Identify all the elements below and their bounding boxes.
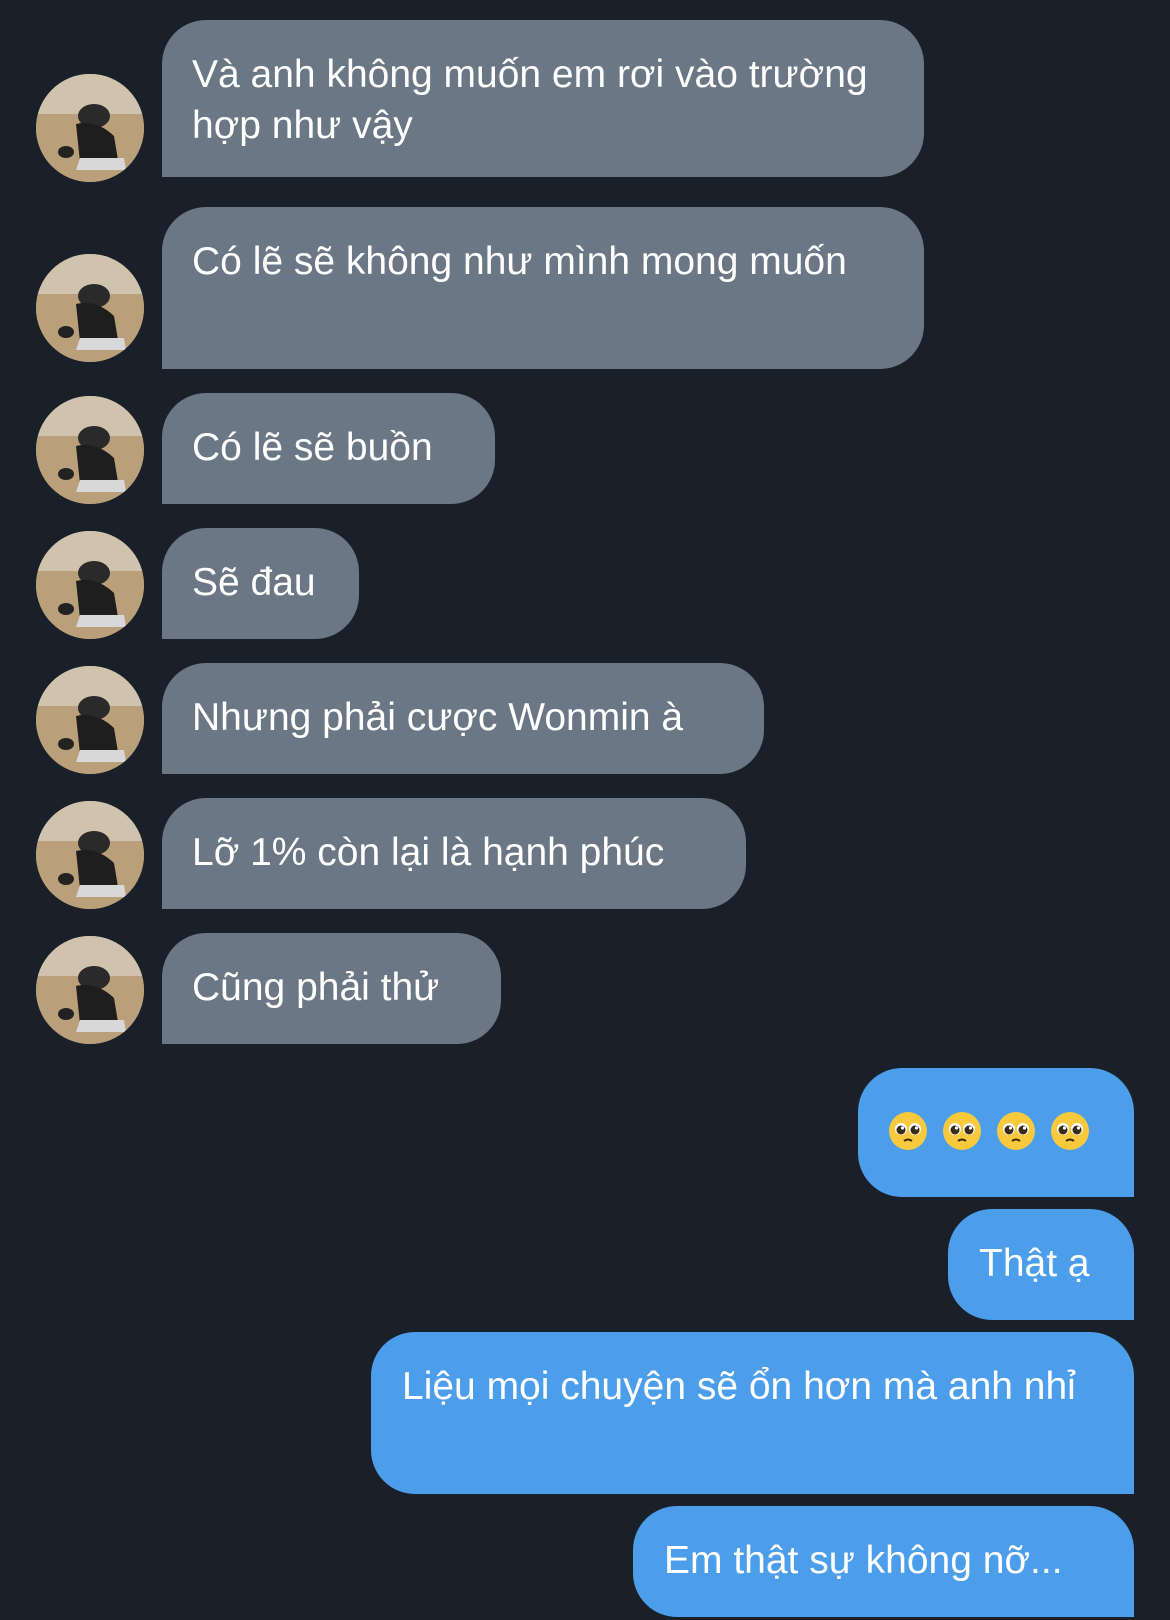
pleading-face-icon (1051, 1112, 1089, 1150)
contact-avatar[interactable] (36, 396, 144, 504)
pleading-face-icon (943, 1112, 981, 1150)
sent-message-bubble[interactable]: Thật ạ (948, 1209, 1134, 1320)
message-text: Có lẽ sẽ buồn (192, 426, 433, 469)
contact-avatar[interactable] (36, 801, 144, 909)
received-message-bubble[interactable]: Sẽ đau (162, 528, 359, 639)
message-text: Lỡ 1% còn lại là hạnh phúc (192, 831, 665, 874)
message-text: Nhưng phải cược Wonmin à (192, 696, 684, 739)
message-thread: Và anh không muốn em rơi vào trường hợp … (0, 0, 1170, 1620)
message-text: Cũng phải thử (192, 966, 440, 1009)
sent-message-bubble[interactable]: Liệu mọi chuyện sẽ ổn hơn mà anh nhỉ (371, 1332, 1134, 1494)
message-text: Và anh không muốn em rơi vào trường hợp … (192, 53, 868, 147)
sent-message-bubble[interactable]: Em thật sự không nỡ... (633, 1506, 1134, 1617)
message-text: Thật ạ (979, 1242, 1090, 1285)
received-message-bubble[interactable]: Nhưng phải cược Wonmin à (162, 663, 764, 774)
message-text: Có lẽ sẽ không như mình mong muốn (192, 240, 847, 283)
contact-avatar[interactable] (36, 531, 144, 639)
message-text: Sẽ đau (192, 561, 316, 604)
contact-avatar[interactable] (36, 936, 144, 1044)
contact-avatar[interactable] (36, 254, 144, 362)
received-message-bubble[interactable]: Lỡ 1% còn lại là hạnh phúc (162, 798, 746, 909)
pleading-face-icon (889, 1112, 927, 1150)
contact-avatar[interactable] (36, 74, 144, 182)
received-message-bubble[interactable]: Cũng phải thử (162, 933, 501, 1044)
message-text: Em thật sự không nỡ... (664, 1539, 1063, 1582)
pleading-face-icon (997, 1112, 1035, 1150)
received-message-bubble[interactable]: Và anh không muốn em rơi vào trường hợp … (162, 20, 924, 177)
received-message-bubble[interactable]: Có lẽ sẽ buồn (162, 393, 495, 504)
contact-avatar[interactable] (36, 666, 144, 774)
received-message-bubble[interactable]: Có lẽ sẽ không như mình mong muốn (162, 207, 924, 369)
sent-message-bubble[interactable] (858, 1068, 1134, 1197)
message-text: Liệu mọi chuyện sẽ ổn hơn mà anh nhỉ (402, 1365, 1076, 1408)
emoji-row (888, 1097, 1102, 1151)
